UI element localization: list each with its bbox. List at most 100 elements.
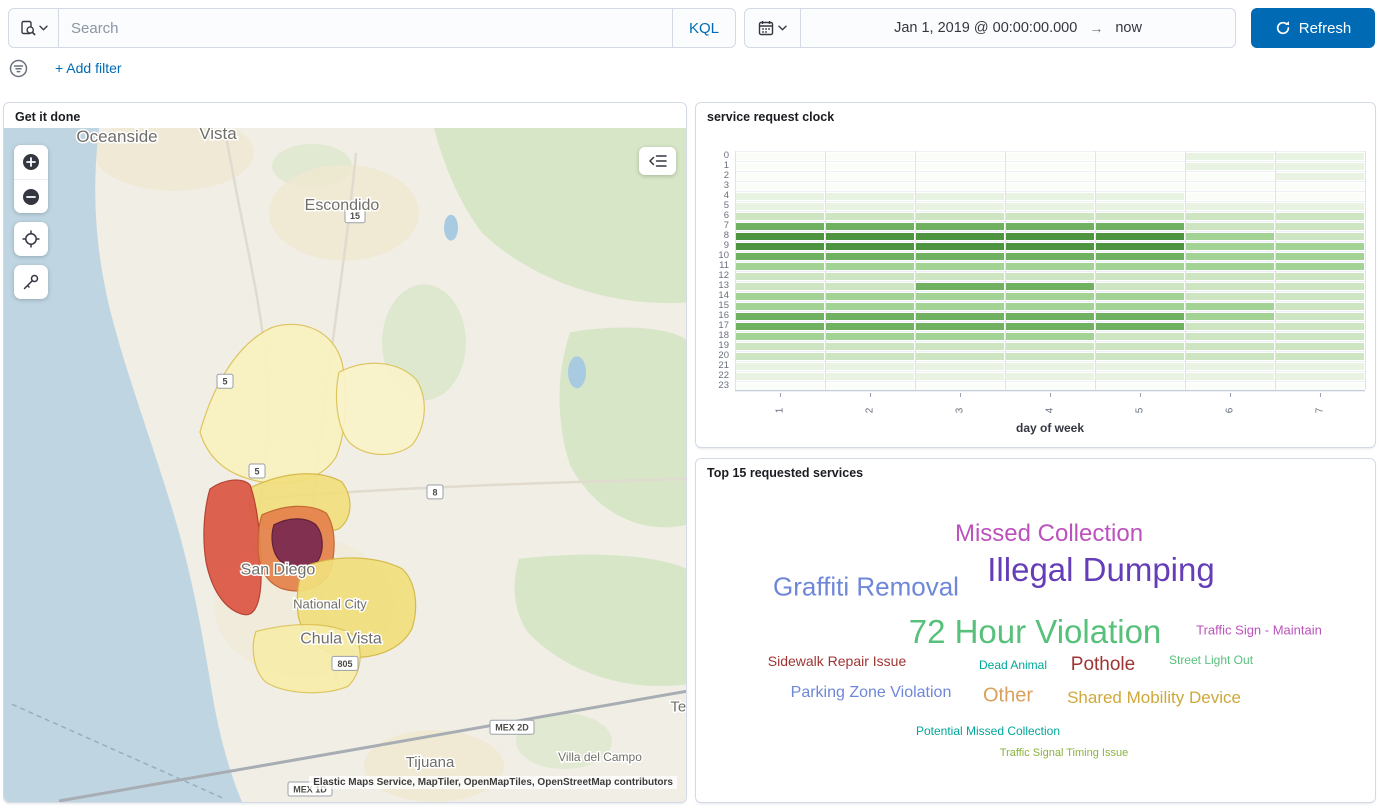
heatmap-cell[interactable] [916,253,1004,260]
heatmap-cell[interactable] [1276,373,1364,380]
heatmap-cell[interactable] [916,263,1004,270]
heatmap-cell[interactable] [1006,373,1094,380]
choropleth-region[interactable] [272,519,322,567]
heatmap-cell[interactable] [826,313,914,320]
heatmap-cell[interactable] [916,283,1004,290]
heatmap-cell[interactable] [826,383,914,390]
heatmap-cell[interactable] [826,233,914,240]
heatmap-cell[interactable] [1006,163,1094,170]
heatmap-cell[interactable] [1096,313,1184,320]
heatmap-cell[interactable] [1276,233,1364,240]
heatmap-cell[interactable] [1006,263,1094,270]
heatmap-cell[interactable] [736,373,824,380]
heatmap-cell[interactable] [1096,153,1184,160]
tag-cloud-word[interactable]: Traffic Sign - Maintain [1196,623,1322,638]
heatmap-cell[interactable] [826,363,914,370]
heatmap-cell[interactable] [1096,273,1184,280]
heatmap-cell[interactable] [736,353,824,360]
heatmap-cell[interactable] [1096,293,1184,300]
heatmap-cell[interactable] [826,283,914,290]
heatmap-cell[interactable] [1186,383,1274,390]
filter-options-button[interactable] [8,58,29,79]
heatmap-cell[interactable] [736,363,824,370]
heatmap-cell[interactable] [916,243,1004,250]
heatmap-cell[interactable] [916,333,1004,340]
heatmap-cell[interactable] [916,363,1004,370]
heatmap-cell[interactable] [1186,163,1274,170]
heatmap-cell[interactable] [826,163,914,170]
heatmap-cell[interactable] [1006,213,1094,220]
tag-cloud-word[interactable]: Other [983,685,1033,708]
draw-tools-button[interactable] [14,265,48,299]
heatmap-cell[interactable] [1096,363,1184,370]
heatmap-cell[interactable] [1186,193,1274,200]
heatmap-cell[interactable] [1096,383,1184,390]
heatmap-cell[interactable] [916,273,1004,280]
heatmap-cell[interactable] [826,183,914,190]
end-date-button[interactable]: now [1115,20,1142,36]
heatmap-cell[interactable] [826,273,914,280]
choropleth-region[interactable] [336,363,424,454]
heatmap-cell[interactable] [826,243,914,250]
heatmap-cell[interactable] [1096,343,1184,350]
heatmap-cell[interactable] [826,253,914,260]
tag-cloud-word[interactable]: Parking Zone Violation [791,684,952,702]
heatmap-cell[interactable] [1186,313,1274,320]
heatmap-cell[interactable] [1186,323,1274,330]
heatmap-cell[interactable] [1096,283,1184,290]
heatmap-cell[interactable] [736,293,824,300]
heatmap-cell[interactable] [1006,333,1094,340]
heatmap-cell[interactable] [736,153,824,160]
heatmap-cell[interactable] [1096,253,1184,260]
heatmap-cell[interactable] [1006,273,1094,280]
heatmap-cell[interactable] [736,283,824,290]
zoom-out-button[interactable] [14,179,48,213]
heatmap-cell[interactable] [826,173,914,180]
heatmap-cell[interactable] [916,173,1004,180]
heatmap-cell[interactable] [1186,373,1274,380]
heatmap-cell[interactable] [916,303,1004,310]
heatmap-cell[interactable] [826,343,914,350]
heatmap-cell[interactable] [916,323,1004,330]
heatmap-cell[interactable] [1096,183,1184,190]
heatmap-cell[interactable] [1276,223,1364,230]
heatmap-cell[interactable] [1096,223,1184,230]
heatmap-cell[interactable] [736,253,824,260]
heatmap-cell[interactable] [1186,223,1274,230]
heatmap-cell[interactable] [1276,363,1364,370]
heatmap-cell[interactable] [1186,183,1274,190]
heatmap-cell[interactable] [1186,343,1274,350]
heatmap-cell[interactable] [916,153,1004,160]
heatmap-cell[interactable] [736,263,824,270]
heatmap-cell[interactable] [1276,333,1364,340]
heatmap-cell[interactable] [736,273,824,280]
tag-cloud-word[interactable]: Pothole [1071,654,1135,676]
heatmap-cell[interactable] [826,213,914,220]
heatmap-cell[interactable] [1186,213,1274,220]
heatmap-cell[interactable] [916,193,1004,200]
heatmap-cell[interactable] [736,173,824,180]
heatmap-cell[interactable] [1186,173,1274,180]
heatmap-cell[interactable] [736,183,824,190]
heatmap-cell[interactable] [826,373,914,380]
heatmap-cell[interactable] [1006,363,1094,370]
heatmap-cell[interactable] [1096,373,1184,380]
heatmap-cell[interactable] [1006,293,1094,300]
heatmap-cell[interactable] [1276,153,1364,160]
heatmap-cell[interactable] [1186,273,1274,280]
heatmap-cell[interactable] [1096,193,1184,200]
tag-cloud-word[interactable]: Illegal Dumping [987,551,1214,589]
heatmap-cell[interactable] [916,383,1004,390]
heatmap-cell[interactable] [916,293,1004,300]
heatmap-cell[interactable] [916,353,1004,360]
heatmap-cell[interactable] [736,333,824,340]
date-quick-menu-button[interactable] [745,9,801,47]
heatmap-cell[interactable] [1276,193,1364,200]
heatmap-cell[interactable] [1276,343,1364,350]
heatmap-cell[interactable] [826,193,914,200]
tag-cloud-word[interactable]: Potential Missed Collection [916,724,1060,738]
tag-cloud-word[interactable]: Street Light Out [1169,653,1253,667]
heatmap-cell[interactable] [736,203,824,210]
heatmap-cell[interactable] [1186,243,1274,250]
heatmap-cell[interactable] [1186,353,1274,360]
